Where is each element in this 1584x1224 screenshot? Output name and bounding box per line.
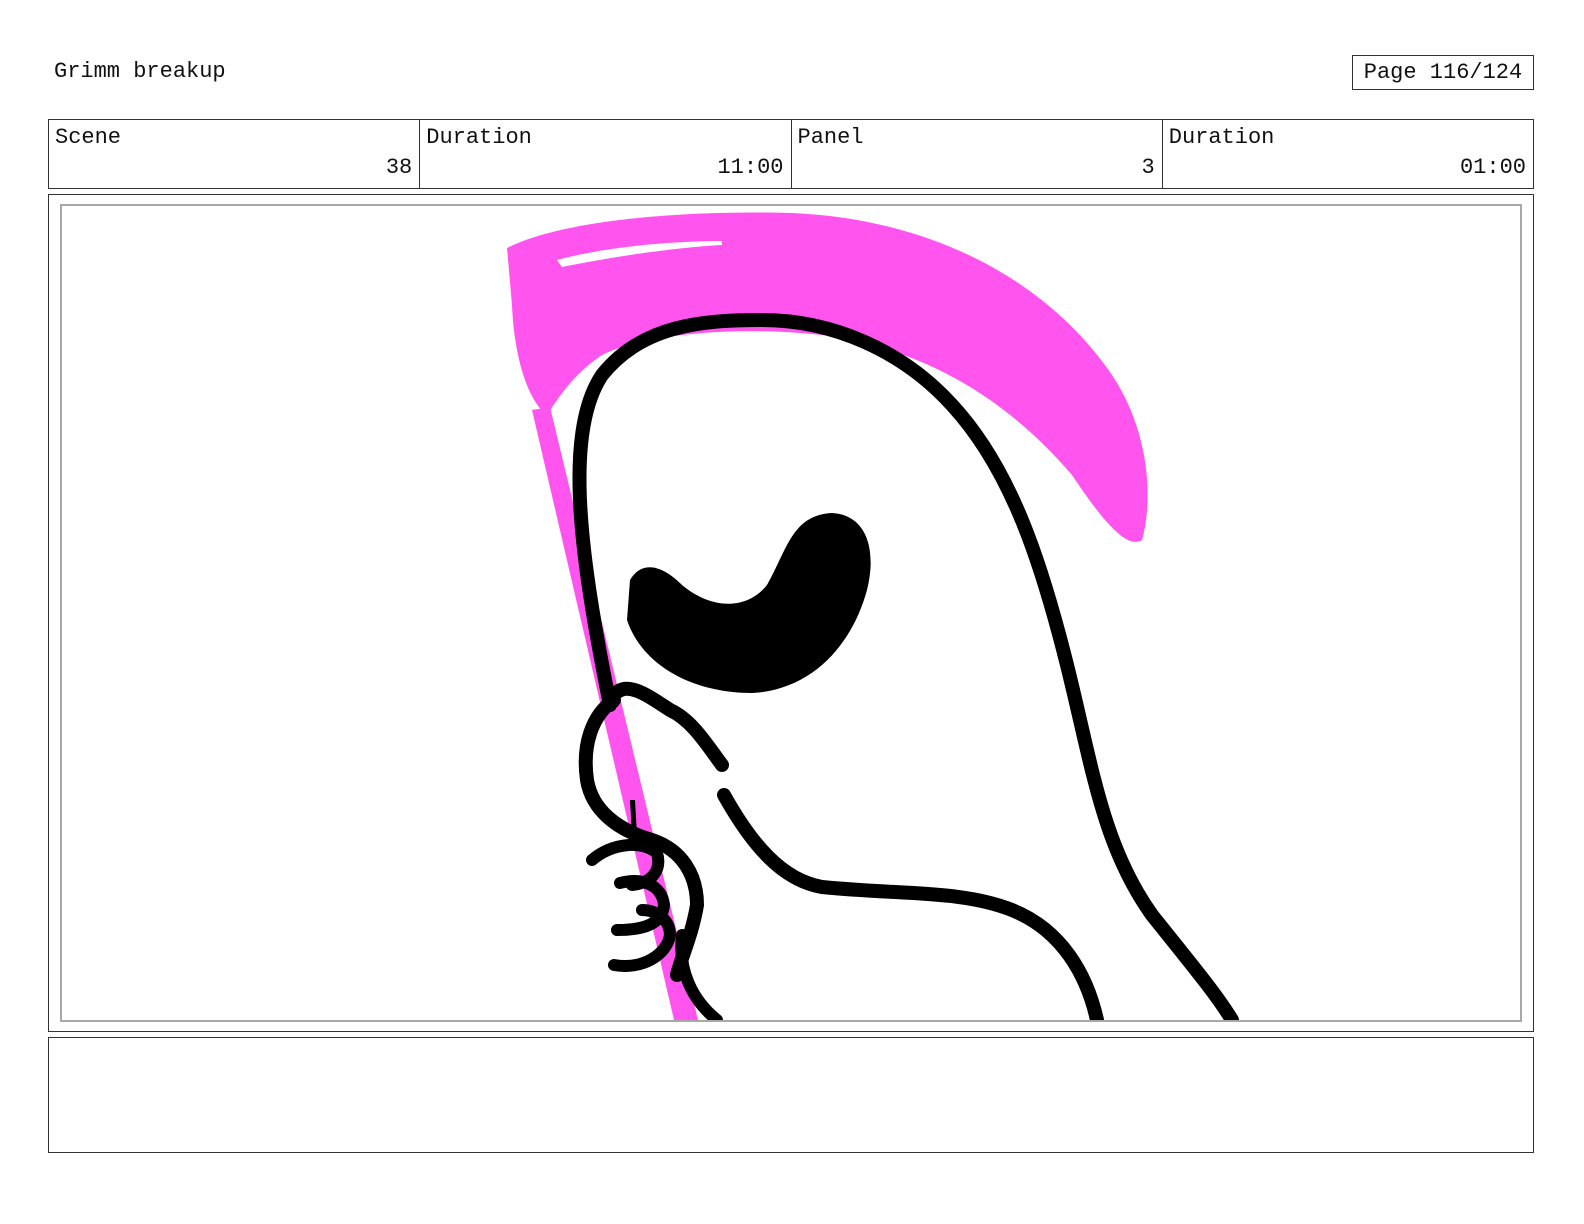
jaw-outline (717, 788, 1104, 1020)
panel-cell: Panel 3 (792, 120, 1163, 188)
panel-label: Panel (797, 125, 864, 150)
scene-info-table: Scene 38 Duration 11:00 Panel 3 Duration… (48, 119, 1534, 189)
scene-cell: Scene 38 (49, 120, 421, 188)
storyboard-panel (60, 204, 1522, 1022)
eye-shape (627, 513, 871, 693)
scene-duration-value: 11:00 (717, 155, 784, 180)
scene-duration-label: Duration (426, 125, 532, 150)
panel-value: 3 (1141, 155, 1155, 180)
scene-label: Scene (55, 125, 122, 150)
panel-duration-cell: Duration 01:00 (1163, 120, 1533, 188)
document-title: Grimm breakup (54, 59, 226, 84)
scene-value: 38 (385, 155, 413, 180)
storyboard-frame (48, 194, 1534, 1032)
page-number: Page 116/124 (1352, 55, 1534, 90)
scene-duration-cell: Duration 11:00 (420, 120, 792, 188)
panel-duration-value: 01:00 (1459, 155, 1526, 180)
panel-duration-label: Duration (1168, 125, 1275, 150)
panel-artwork (507, 212, 1239, 1020)
panel-notes (48, 1037, 1534, 1153)
